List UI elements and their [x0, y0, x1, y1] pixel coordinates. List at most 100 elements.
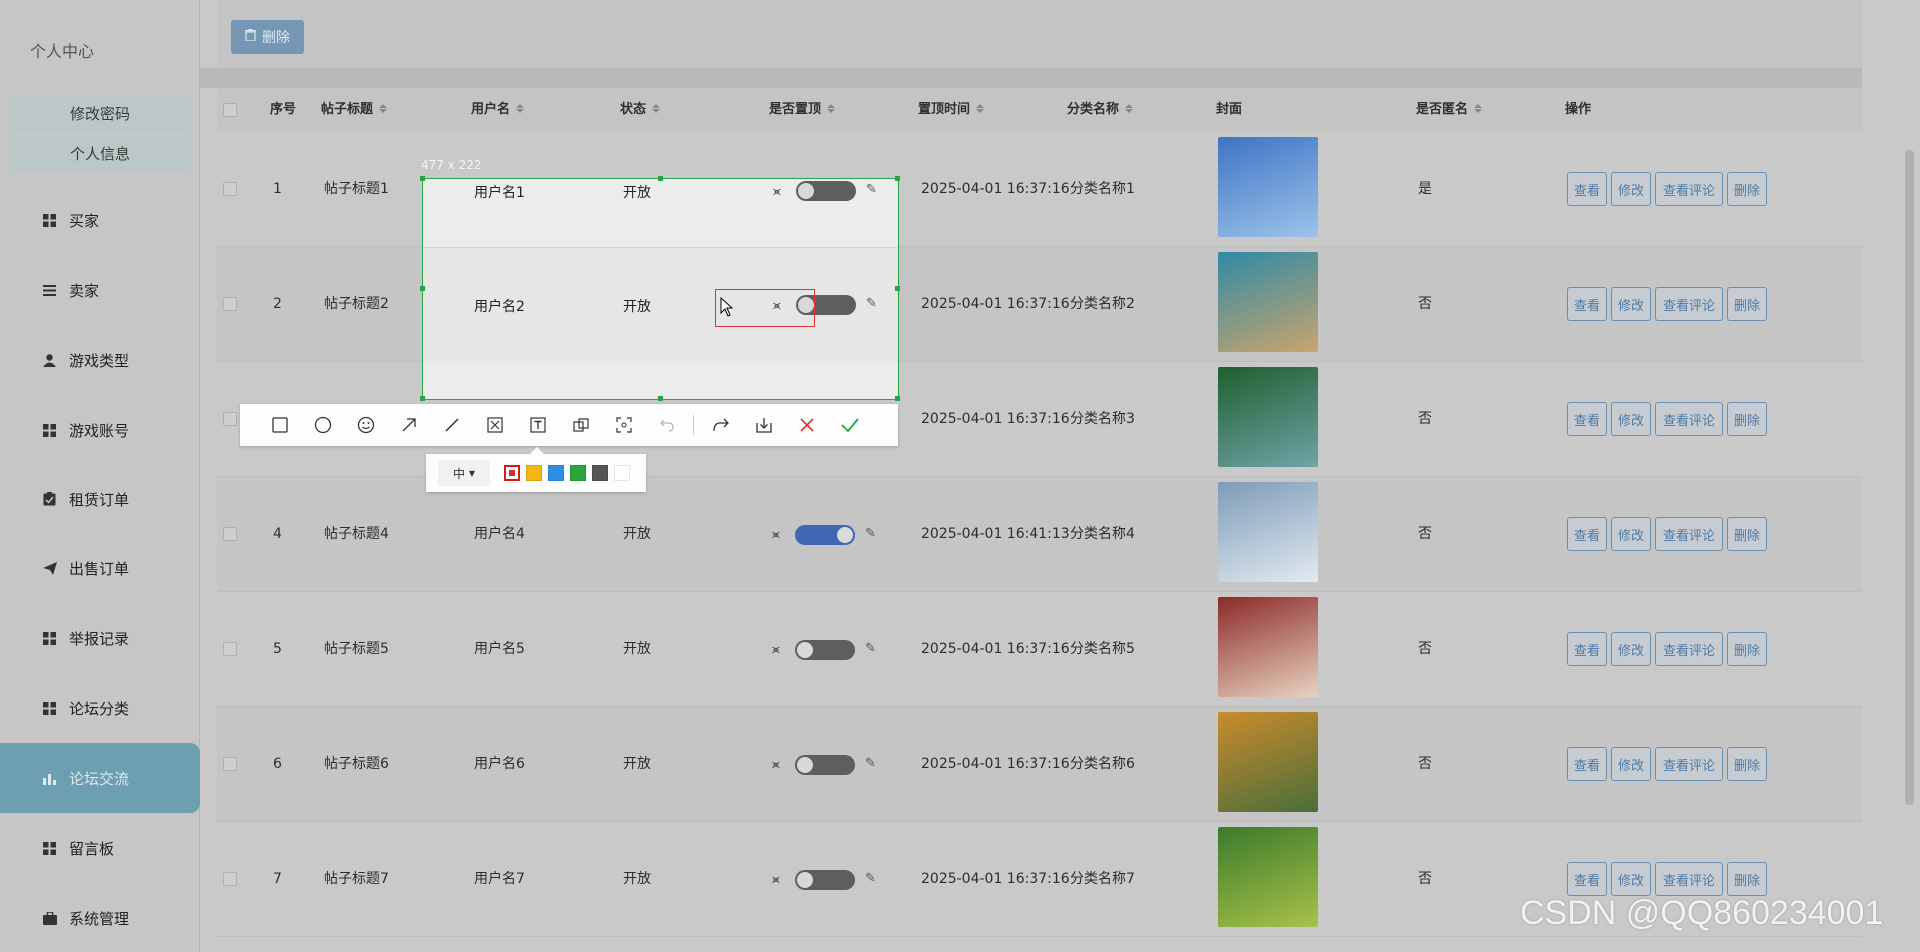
confirm-icon[interactable]: [828, 404, 871, 446]
color-swatch[interactable]: [570, 465, 586, 481]
col-header-anonymous[interactable]: 是否匿名: [1416, 88, 1483, 132]
delete-button[interactable]: 删除: [1727, 172, 1767, 206]
row-checkbox[interactable]: [223, 182, 237, 196]
sort-icon[interactable]: [516, 104, 525, 113]
resize-handle[interactable]: [895, 286, 900, 291]
view-button[interactable]: 查看: [1567, 632, 1607, 666]
sort-icon[interactable]: [379, 104, 388, 113]
delete-button[interactable]: 删除: [1727, 287, 1767, 321]
color-swatch[interactable]: [592, 465, 608, 481]
resize-handle[interactable]: [658, 396, 663, 401]
row-checkbox[interactable]: [223, 757, 237, 771]
edit-button[interactable]: 修改: [1611, 172, 1651, 206]
undo-icon[interactable]: [645, 404, 688, 446]
arrow-icon[interactable]: [387, 404, 430, 446]
vertical-scrollbar[interactable]: [1905, 150, 1914, 805]
edit-button[interactable]: 修改: [1611, 402, 1651, 436]
sidebar-item-game-account[interactable]: 游戏账号: [0, 395, 200, 465]
sidebar-item-sale-orders[interactable]: 出售订单: [0, 533, 200, 603]
emoji-icon[interactable]: [344, 404, 387, 446]
edit-button[interactable]: 修改: [1611, 747, 1651, 781]
pin-toggle[interactable]: [795, 870, 855, 890]
view-comments-button[interactable]: 查看评论: [1655, 287, 1723, 321]
capture-region[interactable]: 用户名1 开放 用户名2 开放 ⪤ ✎ ⪤ ✎: [420, 176, 900, 401]
sidebar-item-rental-orders[interactable]: 租赁订单: [0, 464, 200, 534]
edit-button[interactable]: 修改: [1611, 287, 1651, 321]
view-button[interactable]: 查看: [1567, 747, 1607, 781]
sidebar-subitem-profile[interactable]: 个人信息: [10, 136, 190, 172]
delete-button[interactable]: 删除: [1727, 632, 1767, 666]
resize-handle[interactable]: [895, 176, 900, 181]
view-button[interactable]: 查看: [1567, 517, 1607, 551]
resize-handle[interactable]: [420, 396, 425, 401]
view-comments-button[interactable]: 查看评论: [1655, 862, 1723, 896]
sidebar-subitem-change-password[interactable]: 修改密码: [10, 96, 190, 132]
row-checkbox[interactable]: [223, 297, 237, 311]
pin-toggle[interactable]: [795, 640, 855, 660]
resize-handle[interactable]: [895, 396, 900, 401]
edit-button[interactable]: 修改: [1611, 632, 1651, 666]
sidebar-item-buyer[interactable]: 买家: [0, 185, 200, 255]
mosaic-icon[interactable]: [473, 404, 516, 446]
view-comments-button[interactable]: 查看评论: [1655, 172, 1723, 206]
delete-button[interactable]: 删除: [1727, 517, 1767, 551]
edit-button[interactable]: 修改: [1611, 517, 1651, 551]
share-icon[interactable]: ⪤: [772, 527, 780, 542]
share-icon[interactable]: ⪤: [772, 757, 780, 772]
line-icon[interactable]: [430, 404, 473, 446]
pin-toggle[interactable]: [795, 755, 855, 775]
sidebar-item-reports[interactable]: 举报记录: [0, 603, 200, 673]
share-icon[interactable]: ⪤: [772, 872, 780, 887]
pin-toggle[interactable]: [795, 525, 855, 545]
circle-icon[interactable]: [301, 404, 344, 446]
sidebar-item-system[interactable]: 系统管理: [0, 883, 200, 952]
sidebar-item-game-type[interactable]: 游戏类型: [0, 325, 200, 395]
pencil-icon[interactable]: ✎: [865, 871, 876, 886]
col-header-user[interactable]: 用户名: [471, 88, 525, 132]
sort-icon[interactable]: [1474, 104, 1483, 113]
row-checkbox[interactable]: [223, 642, 237, 656]
color-swatch[interactable]: [548, 465, 564, 481]
sidebar-item-seller[interactable]: 卖家: [0, 255, 200, 325]
batch-delete-button[interactable]: 删除: [231, 20, 304, 54]
close-icon[interactable]: [785, 404, 828, 446]
pencil-icon[interactable]: ✎: [865, 756, 876, 771]
ocr-icon[interactable]: [602, 404, 645, 446]
text-icon[interactable]: [516, 404, 559, 446]
stroke-size-select[interactable]: 中 ▼: [438, 460, 490, 486]
row-checkbox[interactable]: [223, 872, 237, 886]
col-header-pin-time[interactable]: 置顶时间: [918, 88, 985, 132]
copy-icon[interactable]: [559, 404, 602, 446]
view-comments-button[interactable]: 查看评论: [1655, 747, 1723, 781]
resize-handle[interactable]: [658, 176, 663, 181]
view-comments-button[interactable]: 查看评论: [1655, 402, 1723, 436]
sort-icon[interactable]: [827, 104, 836, 113]
color-swatch[interactable]: [614, 465, 630, 481]
resize-handle[interactable]: [420, 176, 425, 181]
color-swatch[interactable]: [504, 465, 520, 481]
view-comments-button[interactable]: 查看评论: [1655, 632, 1723, 666]
col-header-status[interactable]: 状态: [620, 88, 661, 132]
color-swatch[interactable]: [526, 465, 542, 481]
rectangle-icon[interactable]: [258, 404, 301, 446]
edit-button[interactable]: 修改: [1611, 862, 1651, 896]
pencil-icon[interactable]: ✎: [865, 641, 876, 656]
share-icon[interactable]: ⪤: [772, 642, 780, 657]
pin-toggle-1[interactable]: [796, 181, 856, 201]
download-icon[interactable]: [742, 404, 785, 446]
sidebar-item-forum-categories[interactable]: 论坛分类: [0, 673, 200, 743]
redo-icon[interactable]: [699, 404, 742, 446]
view-button[interactable]: 查看: [1567, 862, 1607, 896]
col-header-category[interactable]: 分类名称: [1067, 88, 1134, 132]
sort-icon[interactable]: [976, 104, 985, 113]
select-all-checkbox[interactable]: [223, 103, 237, 117]
pencil-icon[interactable]: ✎: [865, 526, 876, 541]
delete-button[interactable]: 删除: [1727, 402, 1767, 436]
view-button[interactable]: 查看: [1567, 172, 1607, 206]
col-header-title[interactable]: 帖子标题: [321, 88, 388, 132]
delete-button[interactable]: 删除: [1727, 747, 1767, 781]
view-comments-button[interactable]: 查看评论: [1655, 517, 1723, 551]
sort-icon[interactable]: [1125, 104, 1134, 113]
sort-icon[interactable]: [652, 104, 661, 113]
col-header-pinned[interactable]: 是否置顶: [769, 88, 836, 132]
